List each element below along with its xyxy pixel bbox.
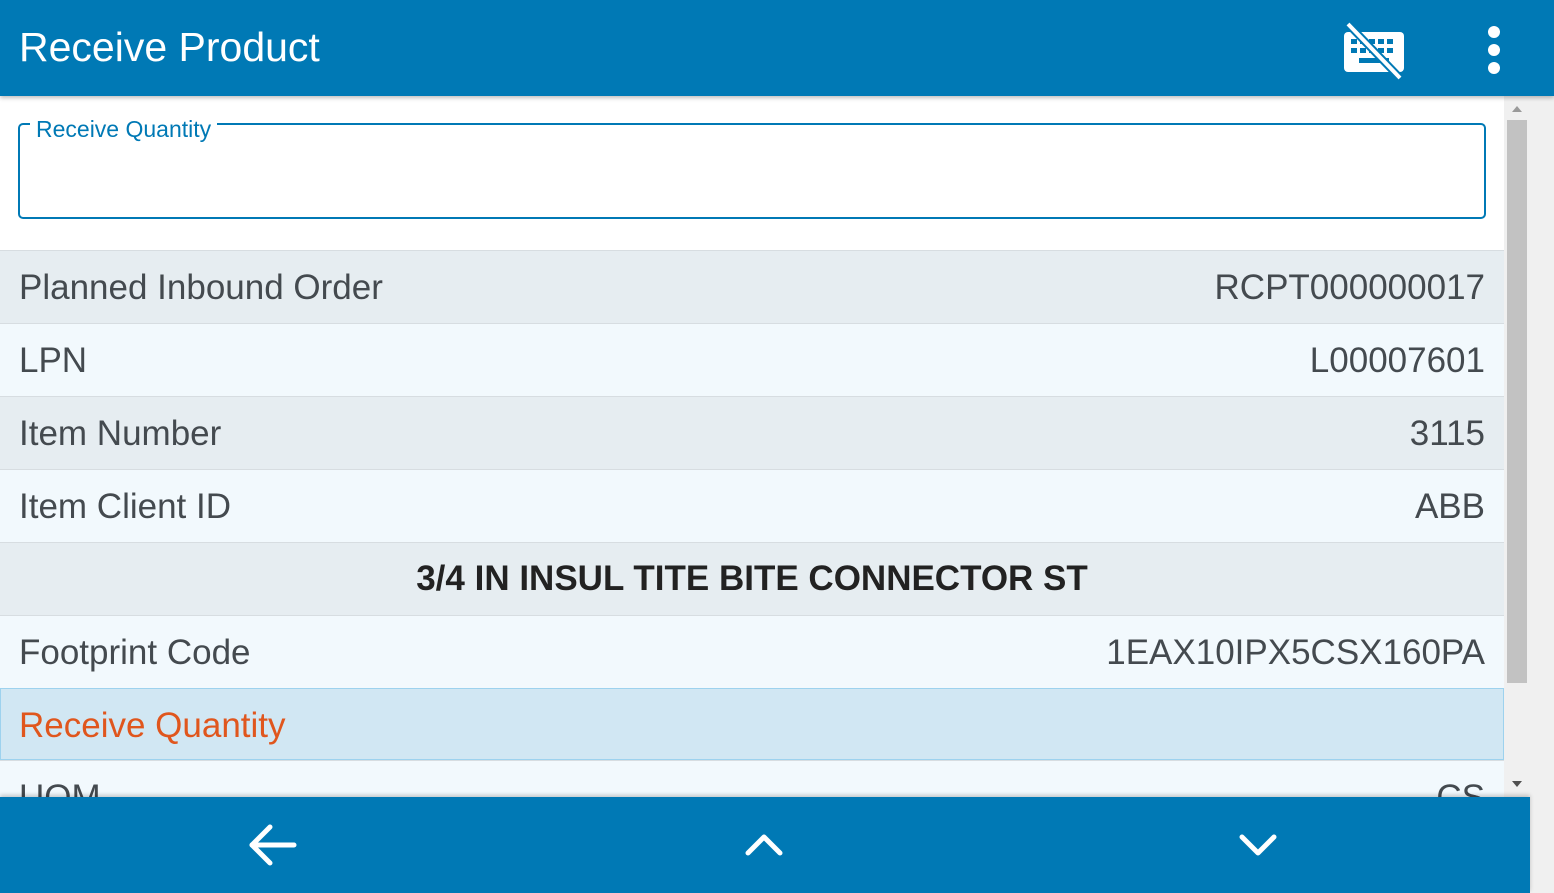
info-list: Planned Inbound Order RCPT000000017 LPN … — [0, 250, 1504, 797]
arrow-back-icon — [249, 824, 297, 866]
row-label: Item Client ID — [19, 487, 231, 526]
chevron-down-icon — [1239, 834, 1277, 856]
list-row-item-number: Item Number 3115 — [0, 396, 1504, 469]
receive-quantity-field: Receive Quantity — [0, 96, 1504, 250]
row-label: Item Number — [19, 414, 222, 453]
input-label: Receive Quantity — [30, 115, 218, 143]
list-row-planned-inbound-order: Planned Inbound Order RCPT000000017 — [0, 250, 1504, 323]
row-label: UOM — [19, 778, 101, 797]
row-value: 1EAX10IPX5CSX160PA — [1106, 633, 1485, 672]
list-row-footprint-code: Footprint Code 1EAX10IPX5CSX160PA — [0, 615, 1504, 688]
app-header: Receive Product — [0, 0, 1554, 96]
page-title: Receive Product — [19, 24, 320, 70]
list-row-lpn: LPN L00007601 — [0, 323, 1504, 396]
row-label: Planned Inbound Order — [19, 268, 383, 307]
list-row-item-client-id: Item Client ID ABB — [0, 469, 1504, 542]
row-label: Receive Quantity — [19, 706, 286, 745]
list-row-uom: UOM CS — [0, 760, 1504, 797]
scroll-up-arrow-icon[interactable] — [1504, 100, 1530, 118]
row-value: ABB — [1414, 487, 1485, 526]
row-value: 3115 — [1409, 414, 1485, 453]
keyboard-off-icon[interactable] — [1340, 20, 1408, 81]
scrollbar-thumb[interactable] — [1507, 120, 1527, 683]
more-vert-icon[interactable] — [1476, 22, 1512, 78]
next-button[interactable] — [1198, 797, 1318, 893]
scroll-down-arrow-icon[interactable] — [1504, 775, 1530, 793]
row-value: CS — [1436, 778, 1485, 797]
row-label: Footprint Code — [19, 633, 251, 672]
previous-button[interactable] — [704, 797, 824, 893]
content-area: Receive Quantity Planned Inbound Order R… — [0, 96, 1504, 797]
bottom-nav-bar — [0, 797, 1530, 893]
list-row-receive-quantity[interactable]: Receive Quantity — [0, 688, 1504, 760]
row-label: LPN — [19, 341, 88, 380]
back-button[interactable] — [212, 797, 332, 893]
receive-quantity-input[interactable] — [34, 156, 1458, 206]
item-description: 3/4 IN INSUL TITE BITE CONNECTOR ST — [416, 559, 1088, 598]
item-description-row: 3/4 IN INSUL TITE BITE CONNECTOR ST — [0, 542, 1504, 615]
row-value: L00007601 — [1309, 341, 1485, 380]
row-value: RCPT000000017 — [1214, 268, 1485, 307]
window-edge — [1530, 96, 1554, 893]
chevron-up-icon — [745, 834, 783, 856]
